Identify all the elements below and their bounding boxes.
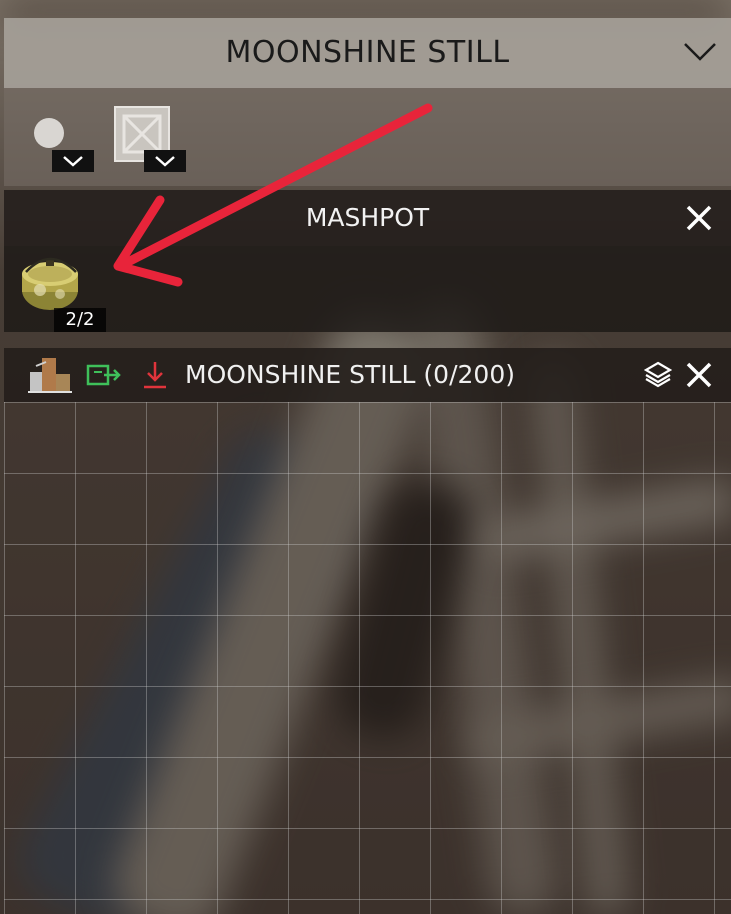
item-count: 2/2 [54, 308, 106, 332]
download-arrow-icon[interactable] [140, 360, 170, 390]
layers-icon[interactable] [643, 360, 673, 388]
container-title: MOONSHINE STILL [225, 35, 510, 70]
chevron-down-icon[interactable] [144, 150, 186, 172]
still-inventory-header: MOONSHINE STILL (0/200) [4, 348, 731, 402]
container-header: MOONSHINE STILL [4, 18, 731, 88]
transfer-icon[interactable] [86, 360, 122, 390]
mashpot-title: MASHPOT [305, 203, 430, 232]
attachment-strip [4, 88, 731, 186]
chevron-down-icon[interactable] [52, 150, 94, 172]
moonshine-still-icon [26, 354, 74, 398]
chevron-down-icon[interactable] [683, 40, 717, 64]
inventory-grid[interactable] [4, 402, 731, 914]
close-icon[interactable] [685, 361, 713, 389]
close-icon[interactable] [685, 204, 713, 232]
still-inventory-title: MOONSHINE STILL (0/200) [185, 360, 515, 389]
mashpot-slot-area: 2/2 [4, 246, 731, 332]
mashpot-header: MASHPOT [4, 190, 731, 246]
circle-icon[interactable] [34, 118, 66, 150]
mashpot-item-icon[interactable]: 2/2 [16, 250, 106, 332]
